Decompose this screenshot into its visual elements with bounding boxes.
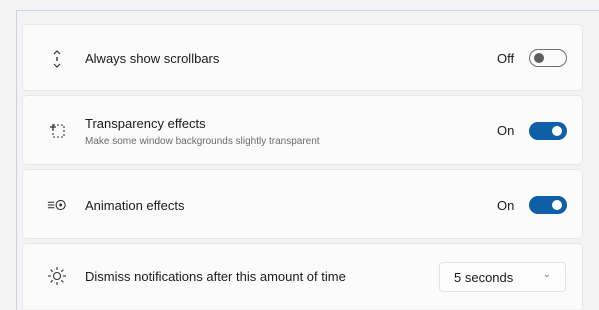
animation-icon — [47, 195, 67, 215]
setting-animation-effects: Animation effects On — [22, 169, 583, 239]
notification-duration-dropdown[interactable]: 5 seconds ⌄ — [439, 262, 566, 292]
toggle-knob — [534, 53, 544, 63]
toggle-state-label: Off — [497, 51, 515, 66]
chevron-down-icon: ⌄ — [542, 269, 551, 280]
setting-title: Always show scrollbars — [85, 51, 220, 66]
setting-always-show-scrollbars: Always show scrollbars Off — [22, 24, 583, 91]
transparency-toggle[interactable] — [529, 122, 567, 140]
toggle-state-label: On — [497, 123, 515, 138]
scrollbars-toggle[interactable] — [529, 49, 567, 67]
toggle-knob — [552, 126, 562, 136]
transparency-icon — [47, 121, 67, 141]
setting-title: Transparency effects — [85, 116, 206, 131]
dropdown-value: 5 seconds — [454, 270, 514, 285]
scrollbar-icon — [47, 49, 67, 69]
sun-icon — [47, 266, 67, 286]
animation-toggle[interactable] — [529, 196, 567, 214]
toggle-state-label: On — [497, 198, 515, 213]
setting-transparency-effects: Transparency effects Make some window ba… — [22, 95, 583, 165]
setting-title: Animation effects — [85, 198, 185, 213]
setting-title: Dismiss notifications after this amount … — [85, 269, 346, 284]
setting-description: Make some window backgrounds slightly tr… — [85, 136, 320, 147]
setting-dismiss-notifications: Dismiss notifications after this amount … — [22, 243, 583, 309]
toggle-knob — [552, 200, 562, 210]
